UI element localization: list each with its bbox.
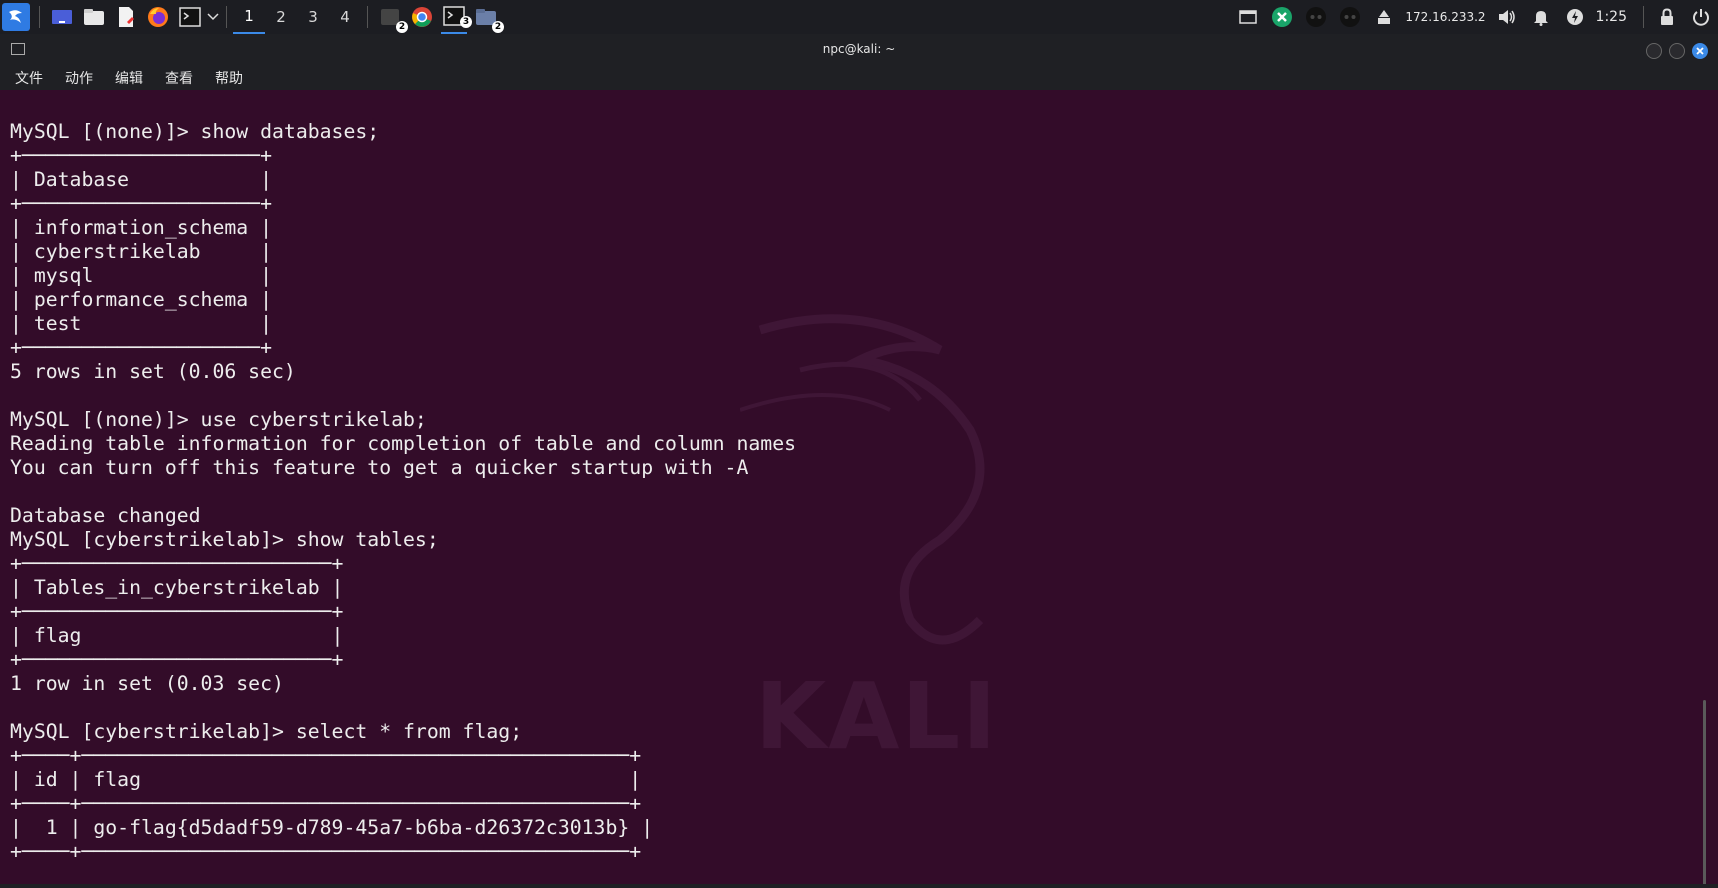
chromium-icon[interactable] [409,4,435,30]
clock[interactable]: 1:25 [1596,9,1627,25]
terminal-output[interactable]: KALI MySQL [(none)]> show databases; +───… [0,90,1718,888]
terminal-line: | 1 | go-flag{d5dadf59-d789-45a7-b6ba-d2… [10,816,654,839]
file-manager-icon[interactable] [81,4,107,30]
ip-address: 172.16.233.2 [1405,10,1486,24]
window-bottom-border [0,884,1718,888]
folder-count-badge: 2 [492,21,504,33]
terminal-line: | information_schema | [10,216,273,239]
window-title: npc@kali: ~ [822,42,896,56]
workspace-4[interactable]: 4 [329,0,361,34]
folder-task-icon[interactable]: 2 [473,4,504,33]
minimize-button[interactable] [1646,43,1662,59]
terminal-line: +──────────────────────────+ [10,648,344,671]
close-button[interactable] [1692,43,1708,59]
terminal-line: MySQL [cyberstrikelab]> select * from fl… [10,720,523,743]
terminal-line: | Database | [10,168,273,191]
terminal-line: +────────────────────+ [10,192,273,215]
power-manager-icon[interactable] [1563,5,1587,29]
menu-file[interactable]: 文件 [15,68,43,88]
menu-help[interactable]: 帮助 [215,68,243,88]
terminal-line: +────+──────────────────────────────────… [10,792,642,815]
terminal-count-badge: 3 [460,16,472,28]
panel-separator [226,6,227,28]
system-tray: 172.16.233.2 1:25 [1231,0,1718,34]
panel-separator [367,6,368,28]
tray-mask-icon-2[interactable] [1338,5,1362,29]
terminal-line: +──────────────────────────+ [10,600,344,623]
terminal-line: Database changed [10,504,201,527]
lock-screen-icon[interactable] [1655,5,1679,29]
close-icon [1696,47,1704,55]
volume-icon[interactable] [1495,5,1519,29]
panel-separator [1643,6,1644,28]
text-editor-icon[interactable] [113,4,139,30]
terminal-line: | test | [10,312,273,335]
window-group-icon[interactable]: 2 [377,4,408,33]
top-panel: 1 2 3 4 2 3 2 172.16.233.2 1:25 [0,0,1718,34]
terminal-line: Reading table information for completion… [10,432,797,455]
terminal-line: +──────────────────────────+ [10,552,344,575]
terminal-lines: MySQL [(none)]> show databases; +────────… [10,120,796,864]
window-titlebar[interactable]: npc@kali: ~ [0,34,1718,68]
firefox-icon[interactable] [145,4,171,30]
terminal-line: You can turn off this feature to get a q… [10,456,749,479]
workspace-1[interactable]: 1 [233,0,265,34]
terminal-line: | id | flag | [10,768,642,791]
terminal-line: | flag | [10,624,344,647]
terminal-line: +────────────────────+ [10,144,273,167]
terminal-line: | Tables_in_cyberstrikelab | [10,576,344,599]
show-desktop-icon[interactable] [49,4,75,30]
menu-view[interactable]: 查看 [165,68,193,88]
terminal-launcher-icon[interactable] [177,4,203,30]
terminal-line: +────────────────────+ [10,336,273,359]
app-status-icon[interactable] [1270,5,1294,29]
terminal-scrollbar[interactable] [1703,700,1706,888]
maximize-button[interactable] [1669,43,1685,59]
window-count-badge: 2 [396,21,408,33]
terminal-line: MySQL [(none)]> use cyberstrikelab; [10,408,427,431]
menu-actions[interactable]: 动作 [65,68,93,88]
terminal-line: MySQL [(none)]> show databases; [10,120,380,143]
terminal-line: 1 row in set (0.03 sec) [10,672,284,695]
terminal-line: MySQL [cyberstrikelab]> show tables; [10,528,439,551]
terminal-line: | mysql | [10,264,273,287]
chevron-down-icon[interactable] [206,4,220,30]
notification-bell-icon[interactable] [1529,5,1553,29]
terminal-line: | performance_schema | [10,288,273,311]
workspace-switcher-icon[interactable] [1236,5,1260,29]
workspace-2[interactable]: 2 [265,0,297,34]
terminal-line: 5 rows in set (0.06 sec) [10,360,296,383]
panel-separator [39,6,40,28]
menu-edit[interactable]: 编辑 [115,68,143,88]
workspace-3[interactable]: 3 [297,0,329,34]
network-icon[interactable] [1372,5,1396,29]
kali-menu-icon[interactable] [2,3,30,31]
menu-bar: 文件 动作 编辑 查看 帮助 [0,66,1718,90]
terminal-line: +────+──────────────────────────────────… [10,840,642,863]
terminal-task-icon[interactable]: 3 [441,0,472,34]
tray-mask-icon[interactable] [1304,5,1328,29]
terminal-line: +────+──────────────────────────────────… [10,744,642,767]
power-icon[interactable] [1689,5,1713,29]
terminal-line: | cyberstrikelab | [10,240,273,263]
